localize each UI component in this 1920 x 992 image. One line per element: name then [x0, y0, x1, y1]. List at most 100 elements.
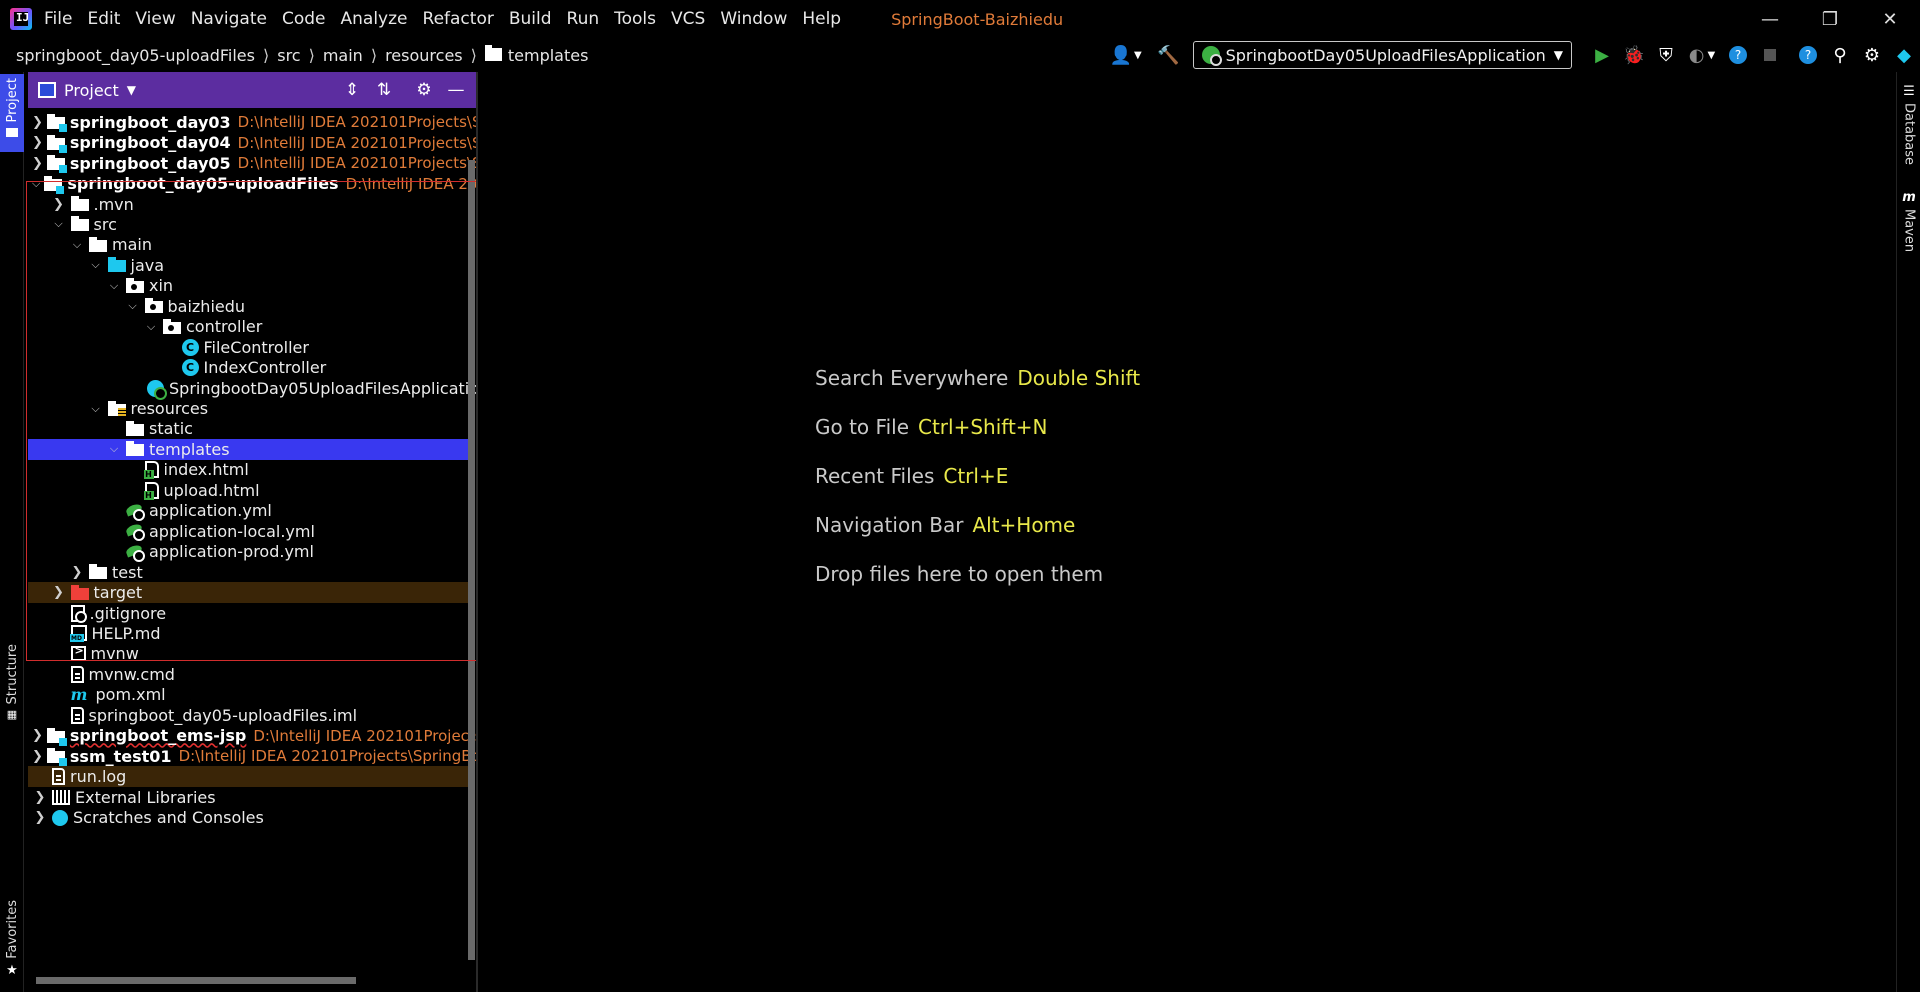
- chevron-right-icon[interactable]: ❯: [51, 197, 67, 212]
- chevron-down-icon[interactable]: ⌵: [106, 442, 122, 456]
- chevron-right-icon[interactable]: ❯: [32, 790, 48, 805]
- tree-row-target[interactable]: ❯ target: [28, 582, 468, 603]
- tree-row-springboot-day05-uploadfiles[interactable]: ⌵ springboot_day05-uploadFiles D:\IntelliJ…: [28, 173, 476, 194]
- tree-row-xin[interactable]: ⌵ xin: [28, 276, 468, 296]
- debug-icon[interactable]: 🐞: [1620, 41, 1648, 69]
- vertical-scrollbar[interactable]: [468, 160, 475, 960]
- tree-row-static[interactable]: static: [28, 419, 468, 439]
- tree-row-springboot-day05-uploadfiles-iml[interactable]: springboot_day05-uploadFiles.iml: [28, 705, 468, 725]
- search-icon[interactable]: ⚲: [1826, 41, 1854, 69]
- tree-row-scratches-and-consoles[interactable]: ❯ Scratches and Consoles: [28, 807, 468, 827]
- breadcrumb-item-module[interactable]: springboot_day05-uploadFiles: [16, 46, 255, 65]
- restore-icon[interactable]: ❐: [1800, 0, 1860, 38]
- tree-row-templates[interactable]: ⌵ templates: [28, 439, 468, 460]
- tree-row-baizhiedu[interactable]: ⌵ baizhiedu: [28, 296, 468, 316]
- chevron-right-icon[interactable]: ❯: [51, 585, 67, 600]
- tree-row-springboot-ems-jsp[interactable]: ❯ springboot_ems-jsp D:\IntelliJ IDEA 2021…: [28, 726, 476, 746]
- minimize-icon[interactable]: —: [1740, 0, 1800, 38]
- editor-empty-area[interactable]: Search Everywhere Double Shift Go to Fil…: [478, 72, 1896, 992]
- expand-all-icon[interactable]: ⇕: [336, 75, 368, 105]
- tree-row-run-log[interactable]: run.log: [28, 766, 468, 787]
- tree-row-upload-html[interactable]: upload.html: [28, 480, 468, 500]
- tree-row-external-libraries[interactable]: ❯ External Libraries: [28, 787, 468, 807]
- structure-tool-tab[interactable]: Structure ▦: [0, 644, 24, 721]
- chevron-right-icon[interactable]: ❯: [32, 749, 43, 764]
- chevron-down-icon[interactable]: ⌵: [106, 279, 122, 293]
- maven-tool-tab[interactable]: m Maven: [1897, 190, 1920, 252]
- chevron-down-icon[interactable]: ⌵: [125, 299, 141, 313]
- collapse-all-icon[interactable]: ⇅: [368, 75, 400, 105]
- menu-refactor[interactable]: Refactor: [423, 9, 494, 29]
- project-panel-title[interactable]: Project: [64, 81, 119, 100]
- tree-row-springbootday05uploadfilesapplication[interactable]: SpringbootDay05UploadFilesApplication: [28, 378, 476, 400]
- toolbox-icon[interactable]: ◆: [1890, 41, 1918, 69]
- menu-analyze[interactable]: Analyze: [341, 9, 408, 29]
- build-hammer-icon[interactable]: 🔨: [1155, 41, 1183, 69]
- breadcrumb-item-resources[interactable]: resources: [385, 46, 463, 65]
- stop-icon[interactable]: [1756, 41, 1784, 69]
- chevron-down-icon[interactable]: ⌵: [69, 238, 85, 252]
- menu-vcs[interactable]: VCS: [671, 9, 705, 29]
- tree-row-application-yml[interactable]: application.yml: [28, 501, 468, 521]
- run-icon[interactable]: ▶: [1588, 41, 1616, 69]
- breadcrumb-item-main[interactable]: main: [323, 46, 363, 65]
- intellij-logo-icon[interactable]: IJ: [10, 8, 32, 30]
- menu-navigate[interactable]: Navigate: [191, 9, 267, 29]
- tree-row-main[interactable]: ⌵ main: [28, 235, 468, 255]
- tree-row-mvnw[interactable]: mvnw: [28, 644, 468, 664]
- chevron-down-icon[interactable]: ⌵: [32, 177, 40, 191]
- run-configuration-dropdown[interactable]: SpringbootDay05UploadFilesApplication ▼: [1192, 41, 1572, 69]
- tree-row-springboot-day03[interactable]: ❯ springboot_day03 D:\IntelliJ IDEA 202101…: [28, 112, 476, 133]
- chevron-down-icon[interactable]: ⌵: [143, 320, 159, 334]
- tree-row-src[interactable]: ⌵ src: [28, 214, 468, 234]
- tree-row-java[interactable]: ⌵ java: [28, 255, 468, 275]
- horizontal-scrollbar[interactable]: [36, 977, 356, 984]
- tree-row-mvn[interactable]: ❯ .mvn: [28, 194, 468, 214]
- tree-row-test[interactable]: ❯ test: [28, 562, 468, 582]
- tree-row-springboot-day05[interactable]: ❯ springboot_day05 D:\IntelliJ IDEA 202101…: [28, 153, 476, 174]
- tree-row-mvnw-cmd[interactable]: mvnw.cmd: [28, 664, 468, 684]
- close-icon[interactable]: ✕: [1860, 0, 1920, 38]
- settings-gear-icon[interactable]: ⚙: [408, 75, 440, 105]
- tree-row-pom-xml[interactable]: m pom.xml: [28, 685, 468, 705]
- tree-row-index-html[interactable]: index.html: [28, 460, 468, 480]
- database-tool-tab[interactable]: ☰ Database: [1897, 84, 1920, 165]
- menu-run[interactable]: Run: [567, 9, 600, 29]
- tree-row-filecontroller[interactable]: C FileController: [28, 337, 468, 357]
- tree-row-ssm-test01[interactable]: ❯ ssm_test01 D:\IntelliJ IDEA 202101Projec…: [28, 746, 476, 767]
- tree-row-controller[interactable]: ⌵ controller: [28, 317, 468, 337]
- plugin-help-icon[interactable]: ?: [1794, 41, 1822, 69]
- hide-panel-icon[interactable]: —: [440, 75, 472, 105]
- tree-row-help-md[interactable]: HELP.md: [28, 623, 468, 643]
- menu-view[interactable]: View: [135, 9, 175, 29]
- project-tool-tab[interactable]: Project: [0, 74, 24, 152]
- menu-build[interactable]: Build: [509, 9, 552, 29]
- chevron-right-icon[interactable]: ❯: [32, 135, 43, 150]
- menu-file[interactable]: File: [44, 9, 72, 29]
- menu-window[interactable]: Window: [720, 9, 787, 29]
- chevron-right-icon[interactable]: ❯: [32, 156, 43, 171]
- chevron-down-icon[interactable]: ⌵: [88, 258, 104, 272]
- chevron-down-icon[interactable]: ⌵: [88, 402, 104, 416]
- chevron-right-icon[interactable]: ❯: [32, 810, 48, 825]
- coverage-icon[interactable]: ⛨: [1652, 41, 1680, 69]
- chevron-right-icon[interactable]: ❯: [32, 728, 43, 743]
- breadcrumb-item-templates[interactable]: templates: [508, 46, 589, 65]
- tree-row-resources[interactable]: ⌵ resources: [28, 398, 468, 418]
- tree-row-application-local-yml[interactable]: application-local.yml: [28, 521, 468, 542]
- user-icon[interactable]: 👤 ▼: [1107, 41, 1145, 69]
- tree-row-indexcontroller[interactable]: C IndexController: [28, 357, 468, 377]
- chevron-down-icon[interactable]: ⌵: [51, 217, 67, 231]
- menu-help[interactable]: Help: [802, 9, 841, 29]
- tree-row-application-prod-yml[interactable]: application-prod.yml: [28, 541, 468, 562]
- menu-code[interactable]: Code: [282, 9, 326, 29]
- tree-row-gitignore[interactable]: .gitignore: [28, 603, 468, 623]
- menu-tools[interactable]: Tools: [614, 9, 656, 29]
- favorites-tool-tab[interactable]: Favorites ★: [0, 900, 24, 978]
- profiler-icon[interactable]: ◐ ▼: [1684, 41, 1720, 69]
- chevron-right-icon[interactable]: ❯: [32, 115, 43, 130]
- menu-edit[interactable]: Edit: [87, 9, 120, 29]
- chevron-down-icon[interactable]: ▼: [127, 83, 136, 97]
- tree-row-springboot-day04[interactable]: ❯ springboot_day04 D:\IntelliJ IDEA 202101…: [28, 132, 476, 153]
- help-circle-icon[interactable]: ?: [1724, 41, 1752, 69]
